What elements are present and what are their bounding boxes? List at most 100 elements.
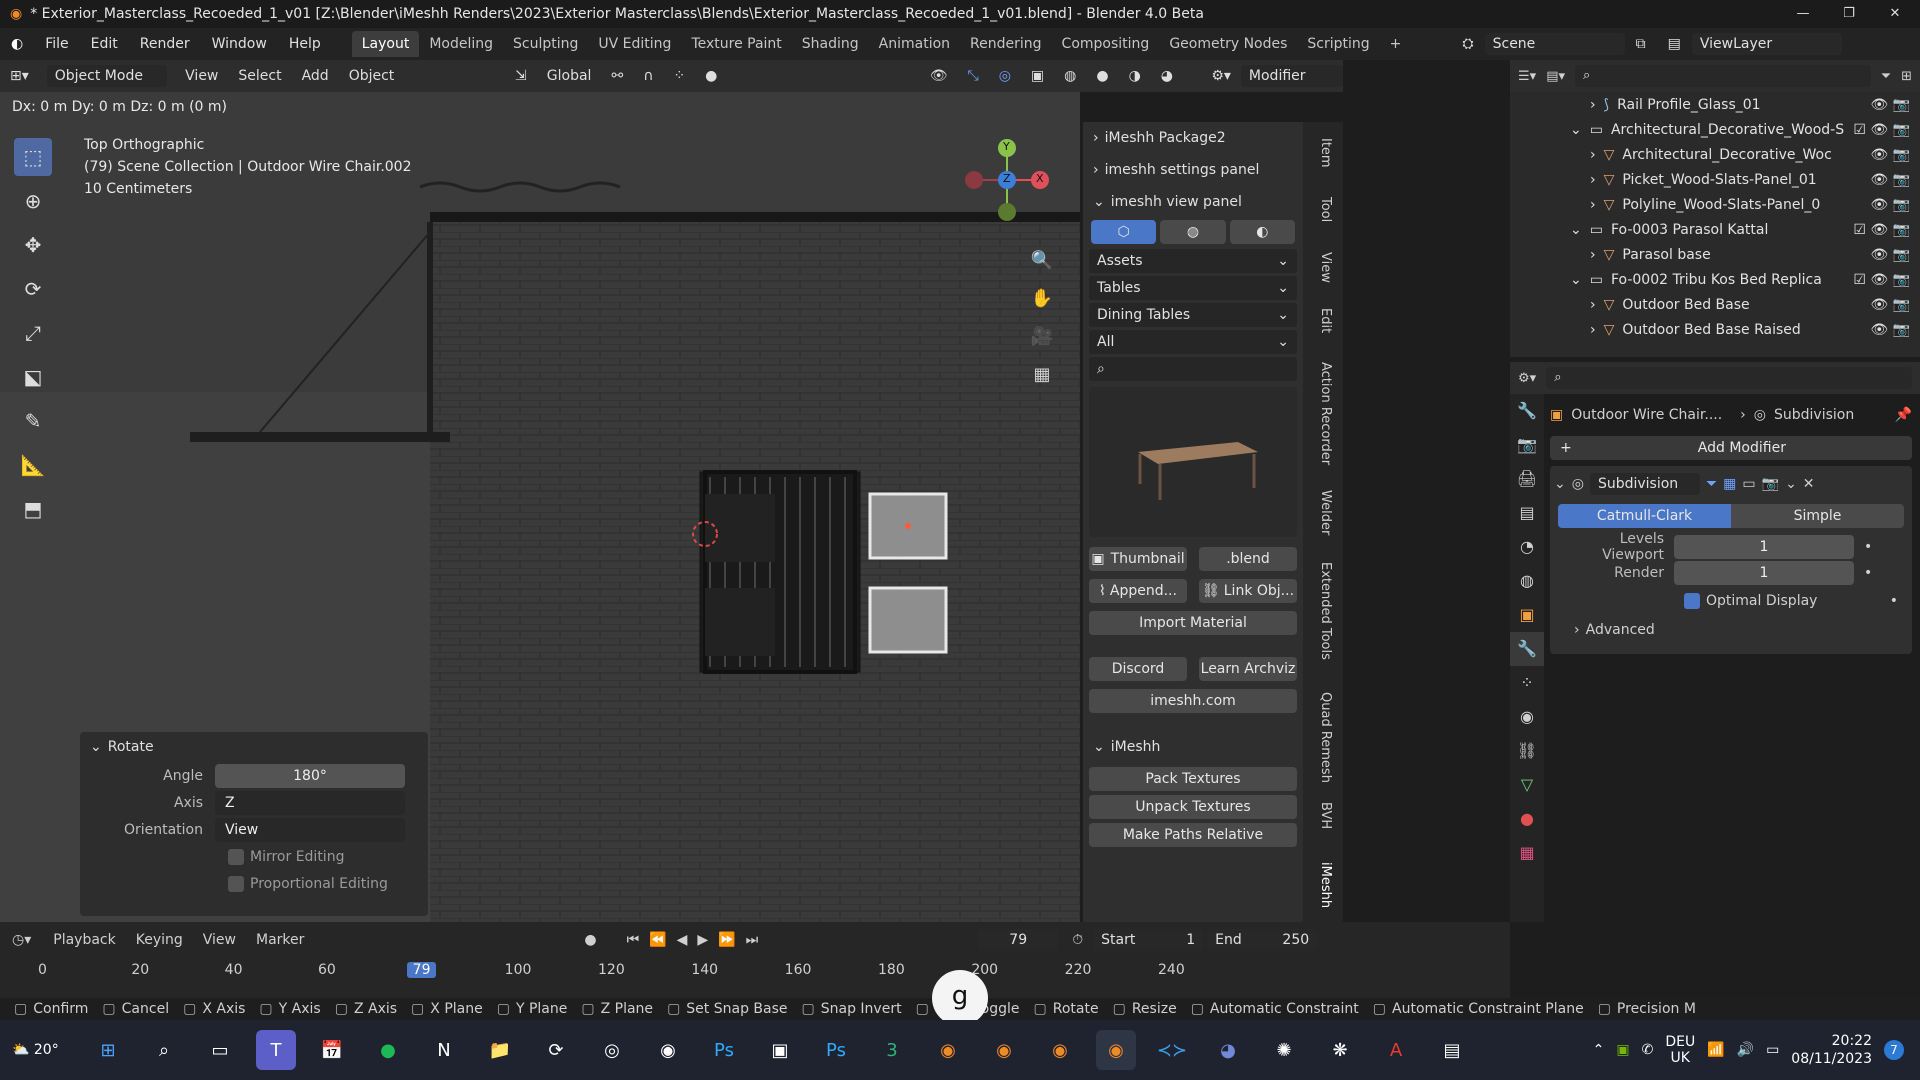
menu-file[interactable]: File — [34, 36, 79, 52]
dining-tables-dropdown[interactable]: Dining Tables ⌄ — [1089, 303, 1297, 327]
sync-icon[interactable]: ⟳ — [536, 1030, 576, 1070]
tab-tool[interactable]: Tool — [1318, 197, 1333, 222]
world-props-icon[interactable]: ◍ — [1510, 564, 1544, 598]
maximize-icon[interactable]: ❐ — [1826, 0, 1872, 28]
blend-button[interactable]: .blend — [1199, 547, 1297, 571]
outliner-row[interactable]: › ▽ Picket_Wood-Slats-Panel_01 👁 📷 — [1510, 167, 1920, 192]
filter-dropdown[interactable]: All ⌄ — [1089, 330, 1297, 354]
chevron-down-icon[interactable]: ⌄ — [1570, 122, 1582, 138]
render-props-icon[interactable]: 📷 — [1510, 428, 1544, 462]
visibility-icons[interactable]: 👁 📷 — [1870, 97, 1910, 113]
rotate-tool-icon[interactable]: ⟳ — [14, 270, 52, 308]
playback-controls-icon[interactable]: ⏮⏪◀▶⏩⏭ — [627, 932, 769, 948]
cage-toggle-icon[interactable]: ▦ — [1723, 476, 1736, 492]
gizmo-toggle-icon[interactable]: ⤡ — [957, 68, 988, 84]
blender-1-icon[interactable]: ◉ — [928, 1030, 968, 1070]
spotify-icon[interactable]: ● — [368, 1030, 408, 1070]
discord-button[interactable]: Discord — [1089, 657, 1187, 681]
outliner-row[interactable]: › ▽ Outdoor Bed Base 👁 📷 — [1510, 292, 1920, 317]
chevron-down-icon[interactable]: ⌄ — [90, 739, 102, 755]
viewport-menu-object[interactable]: Object — [339, 68, 405, 84]
tab-scripting[interactable]: Scripting — [1297, 31, 1379, 57]
outliner-row[interactable]: › ▽ Polyline_Wood-Slats-Panel_0 👁 📷 — [1510, 192, 1920, 217]
simple-button[interactable]: Simple — [1731, 504, 1904, 528]
visibility-icons[interactable]: 👁 📷 — [1870, 322, 1910, 338]
modifier-name-field[interactable]: Subdivision — [1589, 473, 1700, 495]
snap-target-icon[interactable]: ⁘ — [663, 68, 695, 84]
chrome-icon[interactable]: ◉ — [648, 1030, 688, 1070]
remove-modifier-icon[interactable]: ✕ — [1803, 476, 1815, 492]
battery-icon[interactable]: ▭ — [1766, 1042, 1779, 1058]
tab-shading[interactable]: Shading — [792, 31, 869, 57]
proportional-icon[interactable]: ● — [695, 68, 727, 84]
xray-icon[interactable]: ▣ — [1021, 68, 1054, 84]
mirror-checkbox[interactable] — [228, 848, 244, 865]
current-frame-field[interactable]: 79 — [978, 929, 1059, 951]
catmull-clark-button[interactable]: Catmull-Clark — [1558, 504, 1731, 528]
new-collection-icon[interactable]: ⊞ — [1901, 69, 1912, 84]
vscode-icon[interactable]: ≺≻ — [1152, 1030, 1192, 1070]
tool-props-icon[interactable]: 🔧 — [1510, 394, 1544, 428]
tab-extended-tools[interactable]: Extended Tools — [1318, 562, 1333, 660]
viewlayer-icon[interactable]: ▤ — [1657, 36, 1692, 52]
tab-edit[interactable]: Edit — [1318, 308, 1333, 333]
pin-icon[interactable]: 📌 — [1895, 407, 1912, 423]
measure-tool-icon[interactable]: 📐 — [14, 446, 52, 484]
clock[interactable]: 20:22 08/11/2023 — [1791, 1032, 1872, 1068]
outliner-editor-icon[interactable]: ☰▾ — [1518, 69, 1536, 84]
search-icon[interactable]: ⌕ — [144, 1030, 184, 1070]
file-explorer-icon[interactable]: 📁 — [480, 1030, 520, 1070]
scene-props-icon[interactable]: ◔ — [1510, 530, 1544, 564]
close-icon[interactable]: ✕ — [1872, 0, 1918, 28]
acrobat-icon[interactable]: A — [1376, 1030, 1416, 1070]
shading-material-icon[interactable]: ◑ — [1119, 68, 1151, 84]
shading-solid-icon[interactable]: ● — [1086, 68, 1118, 84]
chevron-right-icon[interactable]: › — [1590, 97, 1596, 113]
properties-editor-icon[interactable]: ⚙▾ — [1201, 68, 1241, 84]
timeline-menu-keying[interactable]: Keying — [126, 932, 193, 948]
pack-textures-button[interactable]: Pack Textures — [1089, 767, 1297, 791]
mode-selector[interactable]: Object Mode — [46, 65, 168, 87]
blender-menu-icon[interactable]: ◐ — [0, 36, 34, 52]
camera-icon[interactable]: 🎥 — [1028, 318, 1056, 356]
zoom-icon[interactable]: 🔍 — [1028, 242, 1056, 280]
display-mode-icon[interactable]: ▤▾ — [1546, 69, 1565, 84]
append-button[interactable]: ⌇ Append... — [1089, 579, 1187, 603]
blender-2-icon[interactable]: ◉ — [984, 1030, 1024, 1070]
outliner-row[interactable]: › ▽ Parasol base 👁 📷 — [1510, 242, 1920, 267]
cursor-tool-icon[interactable]: ⊕ — [14, 182, 52, 220]
particles-props-icon[interactable]: ⁘ — [1510, 666, 1544, 700]
output-props-icon[interactable]: 🖨 — [1510, 462, 1544, 496]
chevron-right-icon[interactable]: › — [1590, 247, 1596, 263]
material-props-icon[interactable]: ● — [1510, 802, 1544, 836]
menu-render[interactable]: Render — [129, 36, 201, 52]
chevron-right-icon[interactable]: › — [1590, 297, 1596, 313]
chevron-right-icon[interactable]: › — [1574, 622, 1580, 638]
visibility-icons[interactable]: 👁 📷 — [1870, 147, 1910, 163]
notification-badge[interactable]: 7 — [1884, 1040, 1904, 1060]
properties-editor-icon[interactable]: ⚙▾ — [1518, 371, 1536, 386]
discord-icon[interactable]: ◕ — [1208, 1030, 1248, 1070]
chevron-down-icon[interactable]: ⌄ — [1570, 222, 1582, 238]
visibility-icons[interactable]: ☑ 👁 📷 — [1853, 122, 1910, 138]
chevron-up-icon[interactable]: ⌃ — [1593, 1042, 1605, 1058]
timeline-editor-icon[interactable]: ◷▾ — [0, 932, 43, 948]
openai-icon[interactable]: ✺ — [1264, 1030, 1304, 1070]
language-indicator[interactable]: DEU UK — [1665, 1034, 1695, 1066]
optimal-display-checkbox[interactable] — [1684, 593, 1700, 609]
3d-viewport[interactable]: Dx: 0 m Dy: 0 m Dz: 0 m (0 m) Top Orthog… — [0, 92, 1080, 922]
imeshh-site-button[interactable]: imeshh.com — [1089, 689, 1297, 713]
tab-welder[interactable]: Welder — [1318, 490, 1333, 535]
menu-help[interactable]: Help — [278, 36, 332, 52]
filter-icon[interactable]: ⏷ — [1881, 69, 1891, 84]
viewport-menu-select[interactable]: Select — [228, 68, 291, 84]
dropdown-icon[interactable]: ⌄ — [1785, 476, 1797, 492]
tray-app-icon[interactable]: ✆ — [1642, 1042, 1654, 1058]
tab-quad-remesh[interactable]: Quad Remesh — [1318, 692, 1333, 783]
hdri-tab-icon[interactable]: ◐ — [1229, 220, 1295, 244]
timeline-menu-playback[interactable]: Playback — [43, 932, 125, 948]
add-workspace-icon[interactable]: + — [1380, 31, 1412, 57]
modifier-dropdown[interactable]: Modifier — [1240, 65, 1343, 87]
volume-icon[interactable]: 🔊 — [1737, 1042, 1754, 1058]
outliner-row[interactable]: ⌄ ▭ Architectural_Decorative_Wood-S ☑ 👁 📷 — [1510, 117, 1920, 142]
